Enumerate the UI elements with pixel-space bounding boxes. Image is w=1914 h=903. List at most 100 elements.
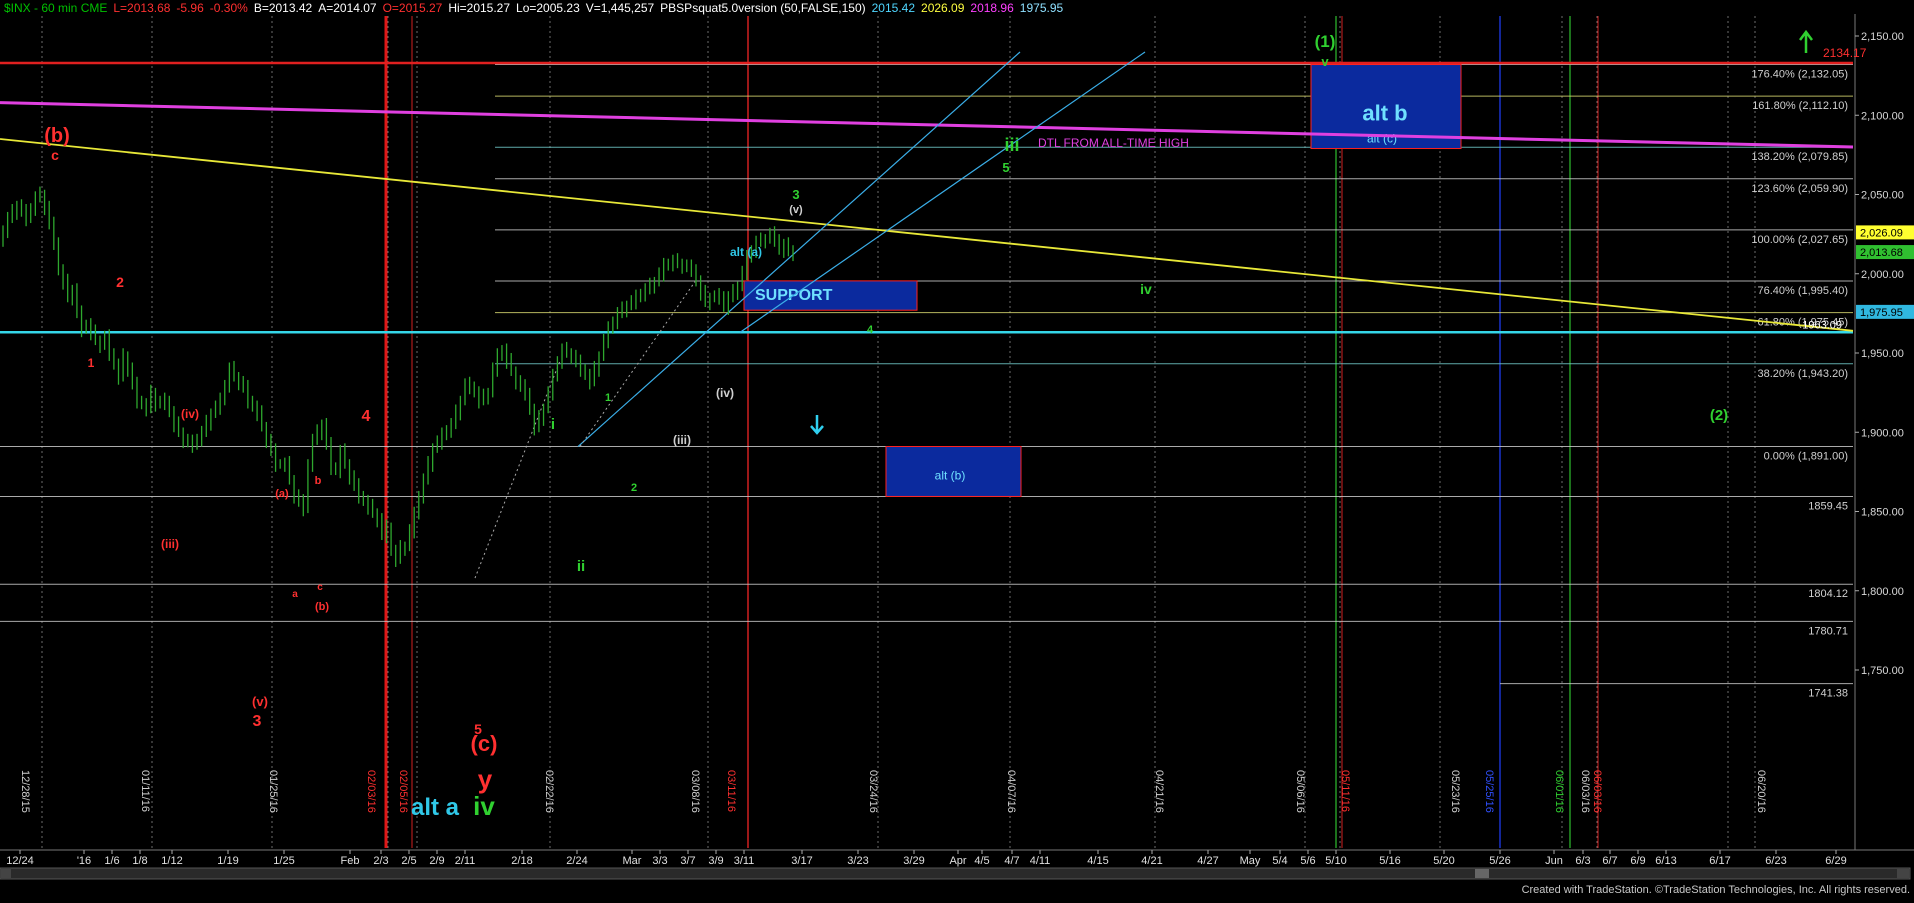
x-tick-label: 3/9: [708, 855, 723, 867]
y-tick-label: 1,850.00: [1861, 507, 1904, 519]
x-tick-label: 5/4: [1272, 855, 1287, 867]
price-chart[interactable]: $INX - 60 min CME L=2013.68 -5.96 -0.30% B=2…: [0, 0, 1914, 898]
fib-level-label: 1780.71: [1808, 625, 1848, 637]
fib-level-label: 100.00% (2,027.65): [1751, 234, 1848, 246]
header-field: PBSPsquat5.0version (50,FALSE,150): [660, 1, 865, 15]
x-tick-label: 2/11: [455, 855, 476, 867]
fib-level-label: 123.60% (2,059.90): [1751, 183, 1848, 195]
header-field: O=2015.27: [383, 1, 443, 15]
wave-label: (b): [44, 125, 70, 147]
scroll-right-button[interactable]: [1897, 869, 1909, 878]
price-tag-label: 2,013.68: [1860, 247, 1903, 259]
rotated-date-label: 05/23/16: [1449, 770, 1461, 813]
alt-b-upper-label: alt b: [1362, 101, 1407, 126]
wave-label: v: [1321, 54, 1329, 69]
wave-label: (v): [252, 694, 268, 709]
wave-label: (iii): [161, 537, 179, 551]
rotated-date-label: 06/03/16: [1579, 770, 1591, 813]
rotated-date-label: 06/20/16: [1755, 770, 1767, 813]
wave-label: alt a: [411, 794, 460, 821]
x-tick-label: 1/8: [132, 855, 147, 867]
rotated-date-label: 06/03/16: [1591, 770, 1603, 813]
wave-label: 5: [1002, 160, 1009, 175]
wave-label: 3: [253, 713, 262, 730]
x-tick-label: 1/12: [161, 855, 182, 867]
fib-level-label: 38.20% (1,943.20): [1757, 368, 1848, 380]
horizontal-scrollbar[interactable]: [0, 867, 1911, 880]
wave-label: iv: [473, 791, 495, 821]
wave-label: (iv): [716, 386, 734, 400]
price-tag-label: 2134.17: [1823, 46, 1867, 60]
y-tick-label: 1,950.00: [1861, 348, 1904, 360]
rotated-date-label: 02/03/16: [365, 770, 377, 813]
scroll-left-button[interactable]: [1, 869, 11, 878]
x-tick-label: 3/29: [903, 855, 924, 867]
wave-label: 2: [116, 274, 124, 290]
fib-level-label: 1804.12: [1808, 588, 1848, 600]
wave-label: (iii): [673, 433, 691, 447]
x-tick-label: 4/15: [1087, 855, 1108, 867]
header-field: V=1,445,257: [586, 1, 655, 15]
rotated-date-label: 02/22/16: [543, 770, 555, 813]
rotated-date-label: 03/08/16: [689, 770, 701, 813]
wave-label: 4: [867, 324, 874, 336]
wave-label: c: [317, 582, 323, 593]
x-tick-label: 6/17: [1709, 855, 1730, 867]
rotated-date-label: 04/07/16: [1005, 770, 1017, 813]
x-tick-label: 6/13: [1655, 855, 1676, 867]
x-tick-label: 6/7: [1602, 855, 1617, 867]
price-tag-label: 1,975.95: [1860, 307, 1903, 319]
x-tick-label: 4/7: [1004, 855, 1019, 867]
y-tick-label: 2,000.00: [1861, 269, 1904, 281]
x-tick-label: 6/3: [1575, 855, 1590, 867]
wave-label: b: [315, 475, 322, 487]
x-tick-label: 5/20: [1433, 855, 1454, 867]
header-field: B=2013.42: [254, 1, 313, 15]
header-field: 1975.95: [1020, 1, 1064, 15]
wave-label: a: [292, 589, 298, 600]
x-tick-label: 3/7: [680, 855, 695, 867]
fib-level-label: 1859.45: [1808, 501, 1848, 513]
scrollbar-thumb[interactable]: [1475, 869, 1489, 878]
header-field: Lo=2005.23: [516, 1, 580, 15]
x-tick-label: Apr: [949, 855, 966, 867]
header-field: A=2014.07: [318, 1, 377, 15]
header-field: Hi=2015.27: [448, 1, 510, 15]
wave-label: 1: [88, 356, 95, 370]
rotated-date-label: 05/11/16: [1339, 770, 1351, 812]
y-tick-label: 2,100.00: [1861, 110, 1904, 122]
wave-label: iv: [1140, 281, 1152, 297]
x-tick-label: 3/23: [847, 855, 868, 867]
wave-label: iii: [1004, 135, 1019, 155]
x-tick-label: 1/19: [217, 855, 238, 867]
price-tag-label: 2,026.09: [1860, 227, 1903, 239]
x-tick-label: 4/5: [974, 855, 989, 867]
x-tick-label: 6/9: [1630, 855, 1645, 867]
header-field: 2026.09: [921, 1, 965, 15]
rotated-date-label: 03/11/16: [725, 770, 737, 812]
y-tick-label: 1,750.00: [1861, 665, 1904, 677]
header-field: $INX - 60 min CME: [4, 1, 107, 15]
x-tick-label: 3/11: [734, 855, 755, 867]
fib-level-label: 1741.38: [1808, 688, 1848, 700]
wave-label: c: [51, 147, 59, 163]
x-tick-label: 2/5: [401, 855, 416, 867]
wave-label: (a): [275, 488, 289, 500]
wave-label: (iv): [181, 407, 199, 421]
header-field: -0.30%: [210, 1, 248, 15]
wave-label: (b): [315, 601, 329, 613]
alt-c-label: alt (c): [1367, 132, 1397, 146]
header-field: 2015.42: [872, 1, 916, 15]
wave-label: (2): [1710, 407, 1728, 424]
y-tick-label: 1,900.00: [1861, 427, 1904, 439]
y-tick-label: 2,050.00: [1861, 190, 1904, 202]
x-tick-label: 2/18: [511, 855, 532, 867]
wave-label: ii: [577, 558, 585, 575]
x-tick-label: 2/3: [373, 855, 388, 867]
x-tick-label: 5/26: [1489, 855, 1510, 867]
wave-label: 1: [605, 392, 611, 404]
x-tick-label: 12/24: [6, 855, 34, 867]
rotated-date-label: 04/21/16: [1153, 770, 1165, 813]
wave-label: alt (a): [730, 245, 762, 259]
wave-label: 4: [362, 408, 371, 425]
